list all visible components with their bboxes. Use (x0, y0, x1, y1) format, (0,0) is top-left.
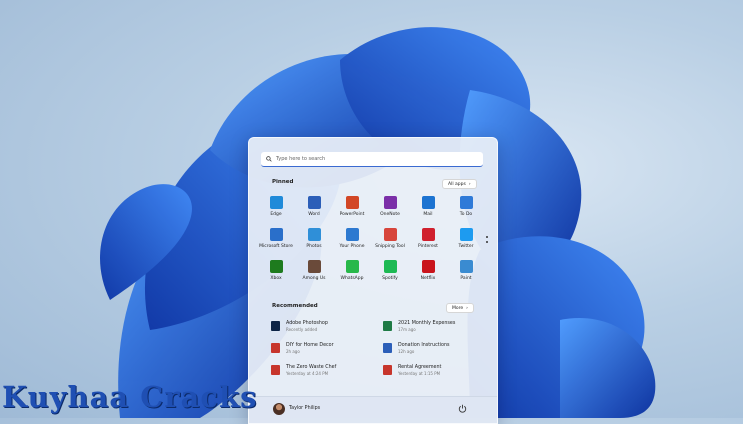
start-footer: Taylor Philips (249, 396, 497, 423)
recommended-title: Recommended (272, 303, 318, 309)
pinned-app-label: Twitter (458, 244, 474, 249)
search-icon (266, 156, 272, 162)
pinned-apps-grid: Edge Word PowerPoint OneNote Mail To Do Micros… (257, 192, 485, 288)
pinned-app-label: Microsoft Store (259, 244, 293, 249)
onenote-icon (383, 196, 397, 209)
recommended-item-time: Yesterday at 1:15 PM (398, 371, 441, 376)
chevron-right-icon: › (468, 181, 471, 187)
edge-icon (269, 196, 283, 209)
photoshop-icon (271, 321, 280, 331)
page-dot (486, 236, 488, 238)
pinned-app[interactable]: Word (295, 192, 333, 224)
powerpoint-icon (345, 196, 359, 209)
pinned-app[interactable]: Edge (257, 192, 295, 224)
start-menu: Type here to search Pinned All apps › Ed… (248, 137, 498, 424)
spotify-icon (383, 260, 397, 273)
pinned-app[interactable]: Twitter (447, 224, 485, 256)
pinned-app-label: Xbox (270, 276, 282, 281)
recommended-item-time: 12h ago (398, 349, 415, 354)
pinned-app-label: Snipping Tool (375, 244, 405, 249)
netflix-icon (421, 260, 435, 273)
avatar[interactable] (273, 403, 285, 415)
search-placeholder: Type here to search (276, 156, 326, 162)
recommended-item[interactable]: Adobe Photoshop Recently added (271, 321, 383, 343)
pdf-icon (271, 343, 280, 353)
pinned-app[interactable]: PowerPoint (333, 192, 371, 224)
recommended-item[interactable]: The Zero Waste Chef Yesterday at 4:24 PM (271, 365, 383, 387)
twitter-icon (459, 228, 473, 241)
page-dot (486, 241, 488, 243)
search-input[interactable]: Type here to search (261, 152, 483, 167)
pinned-app[interactable]: Photos (295, 224, 333, 256)
pinned-app-label: Netflix (420, 276, 436, 281)
pinned-app-label: Edge (270, 212, 282, 217)
pinned-app-label: Among Us (302, 276, 326, 281)
all-apps-label: All apps (448, 181, 466, 187)
recommended-item-time: Recently added (286, 327, 318, 332)
page-indicator[interactable] (486, 236, 488, 246)
watermark-text: Kuyhaa Cracks (2, 380, 258, 414)
pinned-app-label: PowerPoint (339, 212, 365, 217)
pinned-app-label: Paint (460, 276, 472, 281)
todo-icon (459, 196, 473, 209)
pinned-app-label: Pinterest (418, 244, 438, 249)
photos-icon (307, 228, 321, 241)
pinned-app[interactable]: Pinterest (409, 224, 447, 256)
pinned-app[interactable]: Snipping Tool (371, 224, 409, 256)
pinned-app[interactable]: Paint (447, 256, 485, 288)
recommended-item-time: 2h ago (286, 349, 300, 354)
pinned-app-label: Spotify (382, 276, 398, 281)
pinned-app-label: Word (308, 212, 320, 217)
pinned-app[interactable]: OneNote (371, 192, 409, 224)
pinned-app-label: Photos (306, 244, 322, 249)
pinned-app[interactable]: Mail (409, 192, 447, 224)
recommended-item[interactable]: Rental Agreement Yesterday at 1:15 PM (383, 365, 471, 387)
more-button[interactable]: More › (446, 303, 474, 313)
pinned-app-label: Your Phone (339, 244, 365, 249)
phone-icon (345, 228, 359, 241)
store-icon (269, 228, 283, 241)
pinned-app[interactable]: Netflix (409, 256, 447, 288)
recommended-item-time: 17m ago (398, 327, 416, 332)
excel-icon (383, 321, 392, 331)
pinned-app[interactable]: WhatsApp (333, 256, 371, 288)
pinned-app[interactable]: Among Us (295, 256, 333, 288)
pinned-app[interactable]: Microsoft Store (257, 224, 295, 256)
word-doc-icon (383, 343, 392, 353)
pinned-app-label: To Do (459, 212, 473, 217)
power-icon[interactable] (458, 404, 467, 413)
xbox-icon (269, 260, 283, 273)
pinned-app[interactable]: Spotify (371, 256, 409, 288)
pdf-icon (271, 365, 280, 375)
recommended-list: Adobe Photoshop Recently added 2021 Monthl… (271, 321, 471, 387)
pinned-title: Pinned (272, 179, 294, 185)
chevron-right-icon: › (466, 305, 468, 311)
all-apps-button[interactable]: All apps › (442, 179, 477, 189)
recommended-item[interactable]: 2021 Monthly Expenses 17m ago (383, 321, 471, 343)
pinterest-icon (421, 228, 435, 241)
mail-icon (421, 196, 435, 209)
more-label: More (452, 305, 464, 311)
pdf-icon (383, 365, 392, 375)
recommended-item-time: Yesterday at 4:24 PM (286, 371, 329, 376)
whatsapp-icon (345, 260, 359, 273)
snipping-tool-icon (383, 228, 397, 241)
user-name[interactable]: Taylor Philips (289, 406, 320, 411)
recommended-item[interactable]: DIY for Home Decor 2h ago (271, 343, 383, 365)
pinned-app-label: OneNote (380, 212, 400, 217)
pinned-app-label: WhatsApp (340, 276, 364, 281)
paint-icon (459, 260, 473, 273)
pinned-app[interactable]: Xbox (257, 256, 295, 288)
among-us-icon (307, 260, 321, 273)
pinned-app[interactable]: To Do (447, 192, 485, 224)
recommended-item[interactable]: Donation Instructions 12h ago (383, 343, 471, 365)
word-icon (307, 196, 321, 209)
pinned-app-label: Mail (423, 212, 433, 217)
pinned-app[interactable]: Your Phone (333, 224, 371, 256)
